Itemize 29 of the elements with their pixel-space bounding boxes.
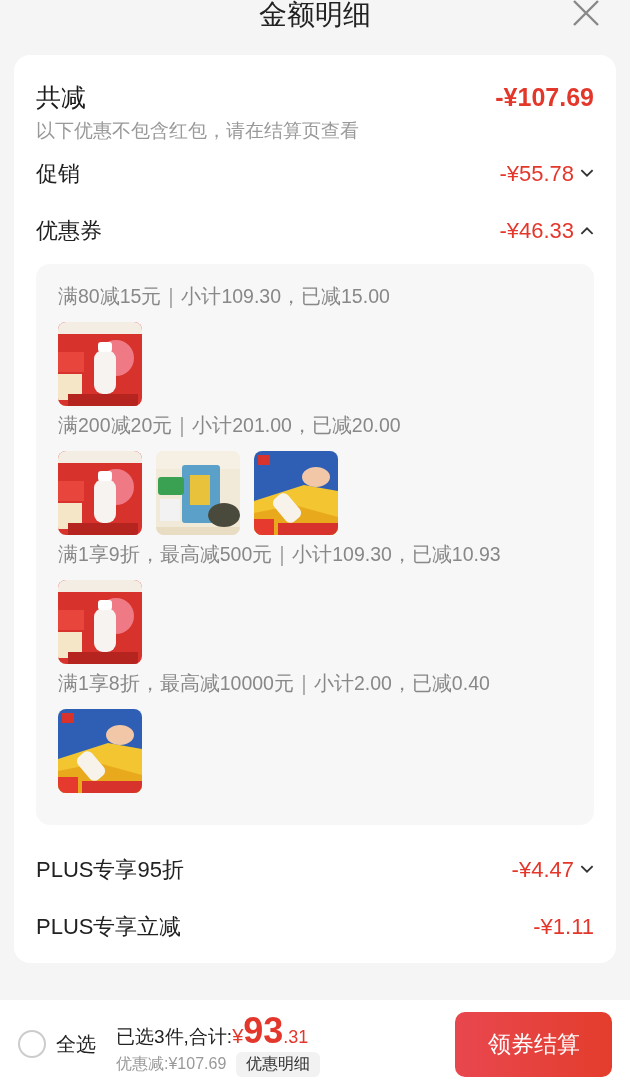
- selected-count: 已选3件,合计:: [116, 1024, 233, 1049]
- sheet-title: 金额明细: [259, 0, 371, 30]
- select-all-label: 全选: [56, 1031, 96, 1057]
- close-icon[interactable]: [572, 0, 600, 26]
- discount-total: 优惠减:¥107.69: [116, 1053, 227, 1074]
- discount-amount: -¥46.33: [499, 217, 574, 244]
- coupon-rule: 满1享9折，最高减500元｜小计109.30，已减10.93: [58, 542, 502, 568]
- chevron-down-icon[interactable]: [580, 169, 594, 178]
- discount-label: 促销: [36, 159, 80, 188]
- currency-symbol: ¥: [232, 1024, 244, 1048]
- discount-details-button[interactable]: 优惠明细: [236, 1051, 321, 1077]
- checkout-button[interactable]: 领券结算: [455, 1011, 612, 1077]
- discount-amount: -¥55.78: [499, 160, 574, 187]
- discount-label: PLUS专享95折: [36, 855, 184, 884]
- total-discount-amount: -¥107.69: [495, 82, 594, 112]
- coupon-rule: 满80减15元｜小计109.30，已减15.00: [58, 284, 391, 310]
- discount-note: 以下优惠不包含红包，请在结算页查看: [36, 119, 360, 143]
- chevron-up-icon[interactable]: [580, 226, 594, 235]
- total-discount-label: 共减: [36, 81, 86, 113]
- total-price-decimal: .31: [283, 1026, 309, 1048]
- chevron-down-icon[interactable]: [580, 865, 594, 874]
- coupon-rule: 满1享8折，最高减10000元｜小计2.00，已减0.40: [58, 671, 491, 697]
- discount-label: PLUS专享立减: [36, 912, 182, 941]
- select-all-checkbox[interactable]: [18, 1030, 46, 1058]
- discount-label: 优惠券: [36, 216, 102, 245]
- discount-amount: -¥1.11: [533, 913, 594, 940]
- discount-amount: -¥4.47: [511, 856, 574, 883]
- coupon-rule: 满200减20元｜小计201.00，已减20.00: [58, 413, 402, 439]
- total-price: 93: [243, 1011, 284, 1050]
